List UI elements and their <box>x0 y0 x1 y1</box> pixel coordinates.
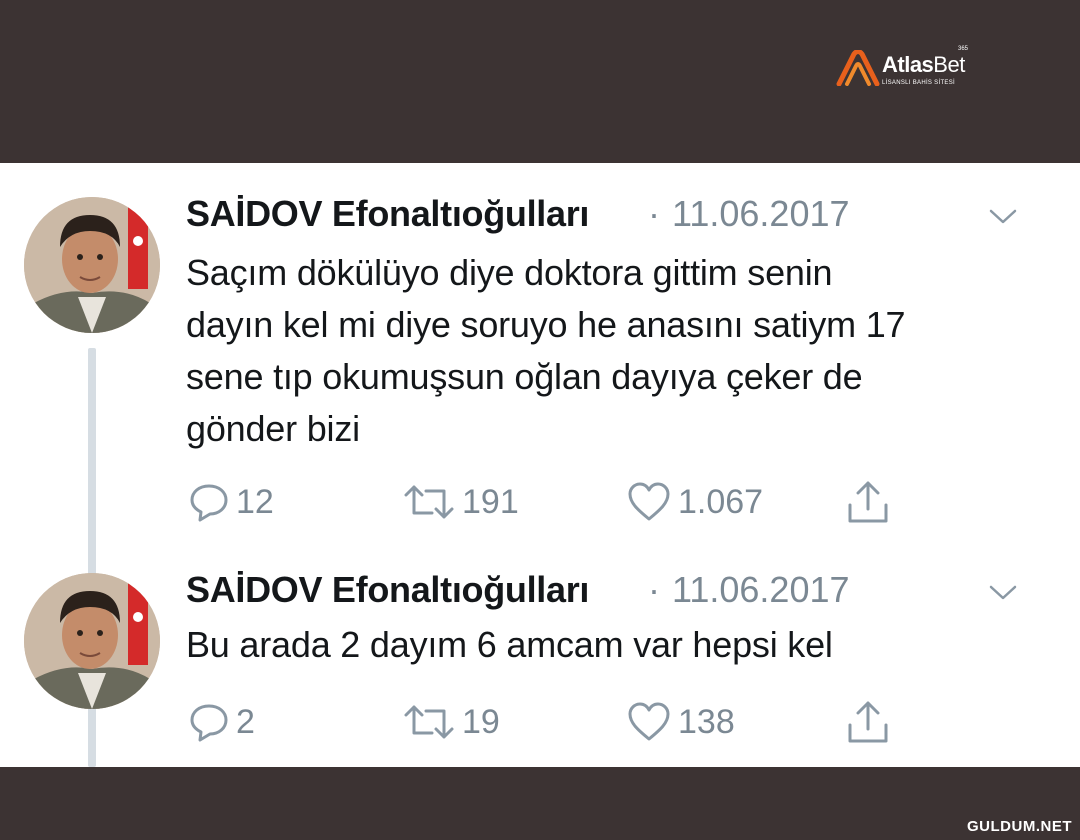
heart-icon <box>628 482 670 521</box>
reply-icon <box>190 704 228 742</box>
tweet-thread-panel: SAİDOV Efonaltıoğulları · 11.06.2017 Saç… <box>0 163 1080 767</box>
logo-wordmark: AtlasBet <box>882 52 965 77</box>
reply-button[interactable]: 2 <box>188 697 255 747</box>
share-icon <box>848 481 888 523</box>
profile-photo <box>24 573 160 709</box>
heart-icon <box>628 702 670 741</box>
retweet-icon <box>404 485 454 519</box>
share-button[interactable] <box>846 477 890 527</box>
like-button[interactable]: 1.067 <box>626 477 763 527</box>
top-banner: AtlasBet 365 LİSANSLI BAHİS SİTESİ <box>0 0 1080 163</box>
tweet-date[interactable]: 11.06.2017 <box>672 569 850 611</box>
logo-badge: 365 <box>958 46 969 52</box>
logo-tagline: LİSANSLI BAHİS SİTESİ <box>882 80 955 86</box>
tweet-separator: · <box>648 569 660 610</box>
tweet-text-line: gönder bizi <box>186 408 360 449</box>
watermark-text: GULDUM.NET <box>967 818 1072 835</box>
avatar[interactable] <box>24 197 160 333</box>
retweet-count: 19 <box>462 702 500 741</box>
atlasbet-logo: AtlasBet 365 LİSANSLI BAHİS SİTESİ <box>836 46 976 92</box>
author-name[interactable]: SAİDOV Efonaltıoğulları <box>186 569 589 611</box>
retweet-icon <box>404 705 454 739</box>
tweet-date[interactable]: 11.06.2017 <box>672 193 850 235</box>
tweet-text-line: Saçım dökülüyo diye doktora gittim senin <box>186 252 833 293</box>
profile-photo <box>24 197 160 333</box>
tweet-text: Bu arada 2 dayım 6 amcam var hepsi kel <box>186 619 1046 671</box>
thread-connector <box>88 725 96 767</box>
tweet-text-line: sene tıp okumuşsun oğlan dayıya çeker de <box>186 356 863 397</box>
tweet-text-line: Bu arada 2 dayım 6 amcam var hepsi kel <box>186 624 833 665</box>
reply-count: 12 <box>236 482 274 521</box>
author-name[interactable]: SAİDOV Efonaltıoğulları <box>186 193 589 235</box>
reply-button[interactable]: 12 <box>188 477 274 527</box>
atlasbet-arch-icon <box>836 50 880 86</box>
tweet-separator: · <box>648 193 660 234</box>
chevron-down-icon[interactable] <box>988 207 1018 227</box>
retweet-button[interactable]: 19 <box>402 697 500 747</box>
retweet-button[interactable]: 191 <box>402 477 519 527</box>
tweet-text-line: dayın kel mi diye soruyo he anasını sati… <box>186 304 906 345</box>
share-button[interactable] <box>846 697 890 747</box>
like-count: 1.067 <box>678 482 764 521</box>
like-count: 138 <box>678 702 735 741</box>
reply-icon <box>190 484 228 522</box>
reply-count: 2 <box>236 702 255 741</box>
bottom-banner <box>0 767 1080 840</box>
like-button[interactable]: 138 <box>626 697 735 747</box>
share-icon <box>848 701 888 743</box>
retweet-count: 191 <box>462 482 519 521</box>
chevron-down-icon[interactable] <box>988 583 1018 603</box>
avatar[interactable] <box>24 573 160 709</box>
tweet-text: Saçım dökülüyo diye doktora gittim senin… <box>186 247 1046 455</box>
